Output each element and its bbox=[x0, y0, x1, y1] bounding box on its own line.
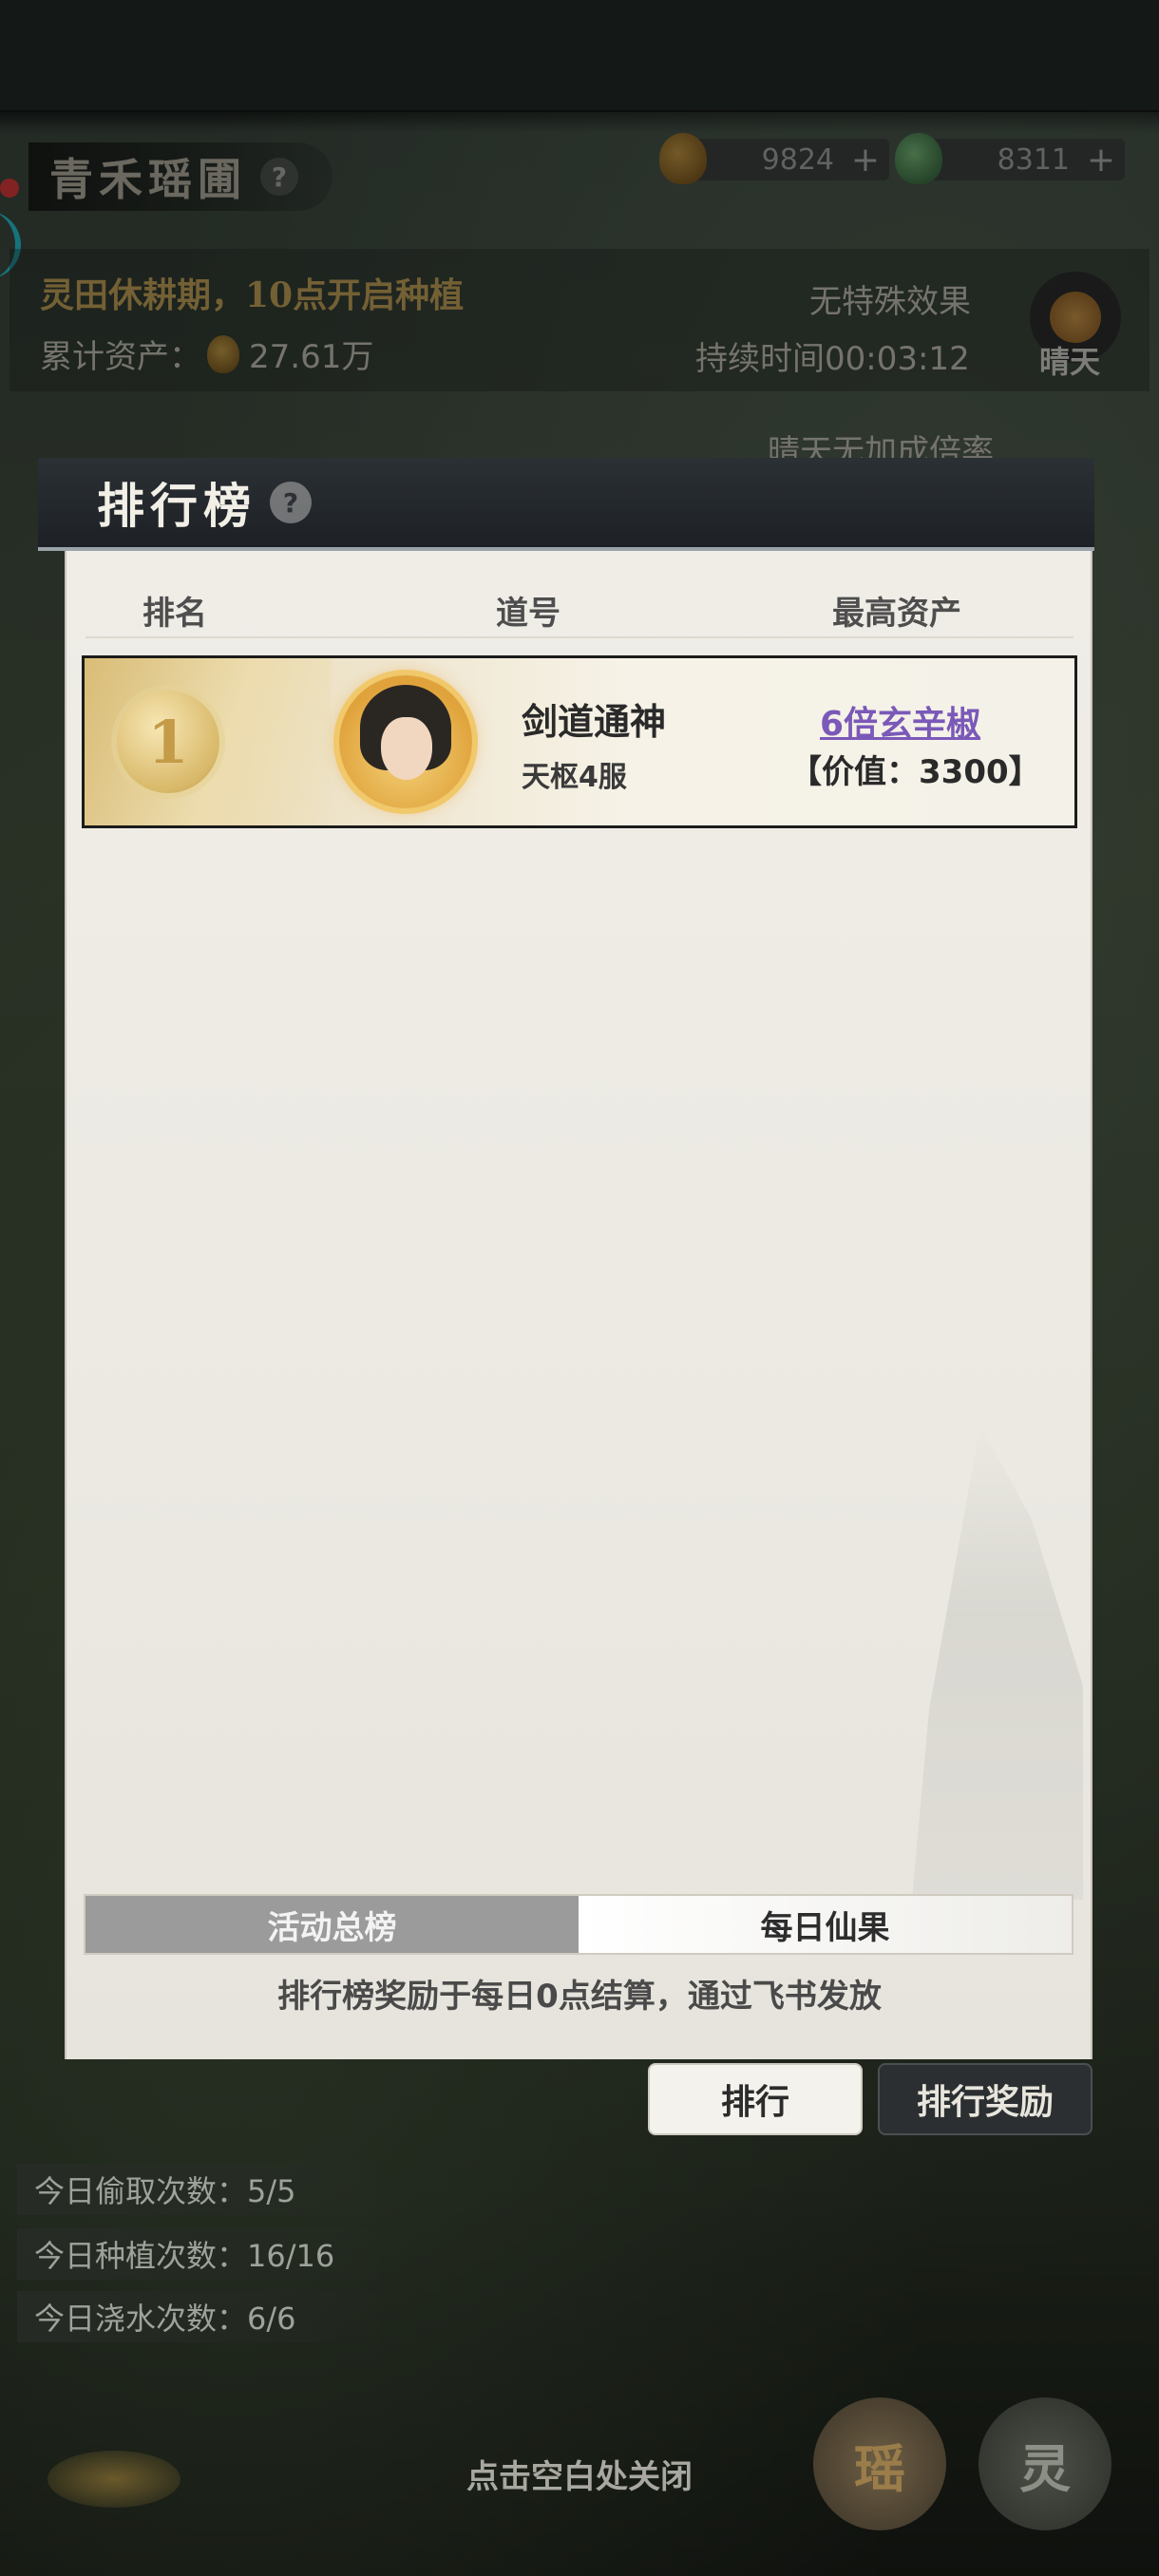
garden-nav-button[interactable]: 瑶 bbox=[813, 2397, 946, 2530]
column-rank: 排名 bbox=[142, 595, 207, 633]
leaderboard-title: 排行榜 bbox=[97, 478, 256, 534]
daily-steal-count: 今日偷取次数：5/5 bbox=[17, 2164, 378, 2215]
tab-activity-total[interactable]: 活动总榜 bbox=[86, 1896, 579, 1953]
rank-number: 1 bbox=[147, 707, 189, 777]
tab-daily-fruit[interactable]: 每日仙果 bbox=[579, 1896, 1072, 1953]
shop-nav-button[interactable]: 灵 bbox=[978, 2397, 1112, 2530]
leaderboard-help-icon[interactable]: ? bbox=[270, 482, 312, 523]
rank-rewards-button[interactable]: 排行奖励 bbox=[878, 2063, 1092, 2135]
column-asset: 最高资产 bbox=[832, 595, 961, 633]
leaderboard-header: 排行榜 ? bbox=[38, 458, 1094, 551]
rank-medal-icon: 1 bbox=[117, 691, 219, 793]
player-avatar[interactable] bbox=[339, 675, 472, 808]
top-bar bbox=[0, 0, 1159, 112]
top-asset-value: 【价值：3300】 bbox=[789, 753, 1041, 791]
player-server: 天枢4服 bbox=[522, 761, 627, 794]
top-asset-link[interactable]: 6倍玄辛椒 bbox=[820, 696, 980, 746]
leaderboard-tabs: 活动总榜 每日仙果 bbox=[84, 1894, 1074, 1955]
leaderboard-row[interactable]: 1 剑道通神 天枢4服 6倍玄辛椒 【价值：3300】 bbox=[82, 655, 1077, 828]
rank-button[interactable]: 排行 bbox=[648, 2063, 863, 2135]
settlement-note: 排行榜奖励于每日0点结算，通过飞书发放 bbox=[0, 1970, 1159, 2017]
leaderboard-column-headers: 排名 道号 最高资产 bbox=[86, 578, 1074, 638]
avatar-face bbox=[381, 717, 432, 780]
daily-plant-count: 今日种植次数：16/16 bbox=[17, 2228, 378, 2280]
player-name: 剑道通神 bbox=[522, 701, 667, 743]
daily-water-count: 今日浇水次数：6/6 bbox=[17, 2291, 378, 2342]
column-name: 道号 bbox=[496, 595, 560, 633]
settlement-note-text: 排行榜奖励于每日0点结算，通过飞书发放 bbox=[277, 1978, 882, 2016]
